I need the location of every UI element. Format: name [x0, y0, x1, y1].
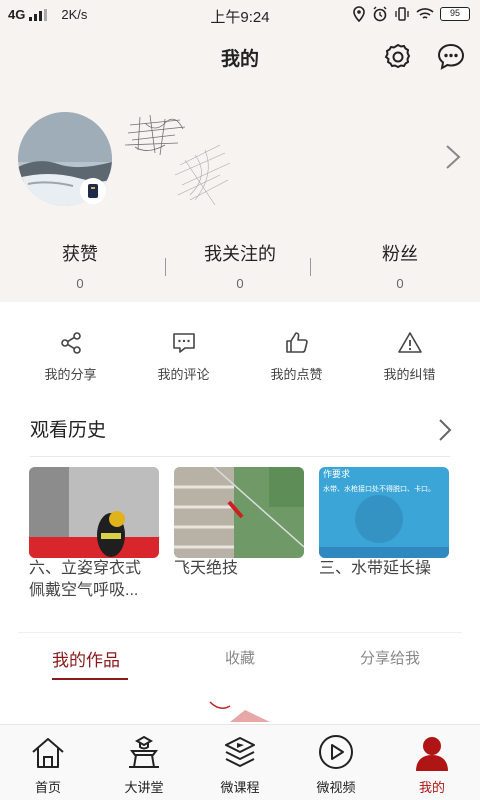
action-my-comments[interactable]: 我的评论: [127, 330, 240, 390]
action-my-corrections[interactable]: 我的纠错: [353, 330, 466, 390]
action-label: 我的评论: [157, 367, 210, 382]
avatar-badge: [80, 178, 106, 204]
warning-icon: [397, 332, 422, 353]
history-item-title: 六、立姿穿衣式 佩戴空气呼吸...: [29, 560, 142, 599]
nav-label: 大讲堂: [124, 780, 164, 795]
nav-label: 微视频: [316, 780, 356, 795]
action-label: 我的纠错: [383, 367, 436, 382]
history-item[interactable]: 六、立姿穿衣式 佩戴空气呼吸...: [29, 467, 159, 602]
divider: [18, 632, 462, 633]
nav-label: 我的: [418, 780, 445, 795]
thumbnail-text: 作要求: [323, 468, 350, 480]
stat-value: 0: [396, 276, 404, 291]
stat-label: 我关注的: [204, 244, 276, 264]
location-icon: [353, 6, 365, 22]
action-my-shares[interactable]: 我的分享: [14, 330, 127, 390]
thumbs-up-icon: [285, 332, 308, 353]
thumbnail-text: 水带、水枪接口处不得脱口、卡口。: [323, 484, 435, 493]
action-my-likes[interactable]: 我的点赞: [240, 330, 353, 390]
play-icon: [319, 735, 353, 769]
status-right: 95: [352, 6, 470, 22]
tab-favorites[interactable]: 收藏: [225, 647, 255, 668]
divider: [30, 456, 450, 457]
history-item[interactable]: 飞天绝技: [174, 467, 304, 580]
stat-value: 0: [76, 276, 84, 291]
stat-followers[interactable]: 粉丝 0: [320, 240, 480, 300]
message-icon[interactable]: [436, 42, 466, 72]
action-label: 我的点赞: [270, 367, 323, 382]
tab-shared-to-me[interactable]: 分享给我: [360, 647, 420, 668]
alarm-icon: [373, 6, 387, 22]
video-thumbnail: [29, 467, 159, 558]
lecture-hall-icon: [129, 735, 159, 768]
bottom-nav: 首页 大讲堂 微课程 微视频 我的: [0, 724, 480, 800]
nav-courses[interactable]: 微课程: [192, 725, 288, 800]
chevron-right-icon[interactable]: [436, 416, 454, 444]
course-icon: [225, 737, 255, 767]
stat-value: 0: [236, 276, 244, 291]
profile-stats: 获赞 0 我关注的 0 粉丝 0: [0, 240, 480, 300]
chevron-right-icon[interactable]: [442, 142, 464, 172]
divider: [310, 258, 311, 276]
nav-label: 微课程: [220, 780, 260, 795]
video-thumbnail: [174, 467, 304, 558]
user-icon: [416, 737, 448, 771]
stat-label: 获赞: [62, 244, 98, 264]
tab-my-works[interactable]: 我的作品: [52, 646, 120, 671]
history-item-title: 飞天绝技: [174, 560, 239, 577]
username-redacted: [124, 114, 231, 206]
stat-label: 粉丝: [382, 244, 418, 264]
tab-active-indicator: [52, 678, 128, 680]
nav-label: 首页: [34, 780, 61, 795]
empty-state-illustration: [209, 701, 270, 722]
gear-icon[interactable]: [383, 42, 413, 72]
comment-icon: [172, 333, 195, 353]
video-thumbnail: 作要求 水带、水枪接口处不得脱口、卡口。: [319, 467, 449, 558]
action-label: 我的分享: [44, 367, 97, 382]
history-item-title: 三、水带延长操: [319, 560, 432, 577]
action-row: 我的分享 我的评论 我的点赞 我的纠错: [0, 330, 480, 390]
wifi-icon: [416, 8, 434, 19]
status-bar: 4G 2K/s 上午9:24 95: [0, 0, 480, 32]
share-icon: [60, 332, 81, 354]
nav-mine[interactable]: 我的: [384, 725, 480, 800]
vibrate-icon: [395, 7, 409, 21]
history-title: 观看历史: [30, 420, 107, 441]
history-item[interactable]: 作要求 水带、水枪接口处不得脱口、卡口。 三、水带延长操: [319, 467, 449, 580]
stat-following[interactable]: 我关注的 0: [160, 240, 320, 300]
nav-home[interactable]: 首页: [0, 725, 96, 800]
home-icon: [32, 738, 64, 768]
stat-likes[interactable]: 获赞 0: [0, 240, 160, 300]
nav-videos[interactable]: 微视频: [288, 725, 384, 800]
nav-lecture-hall[interactable]: 大讲堂: [96, 725, 192, 800]
battery-indicator: 95: [440, 7, 470, 21]
